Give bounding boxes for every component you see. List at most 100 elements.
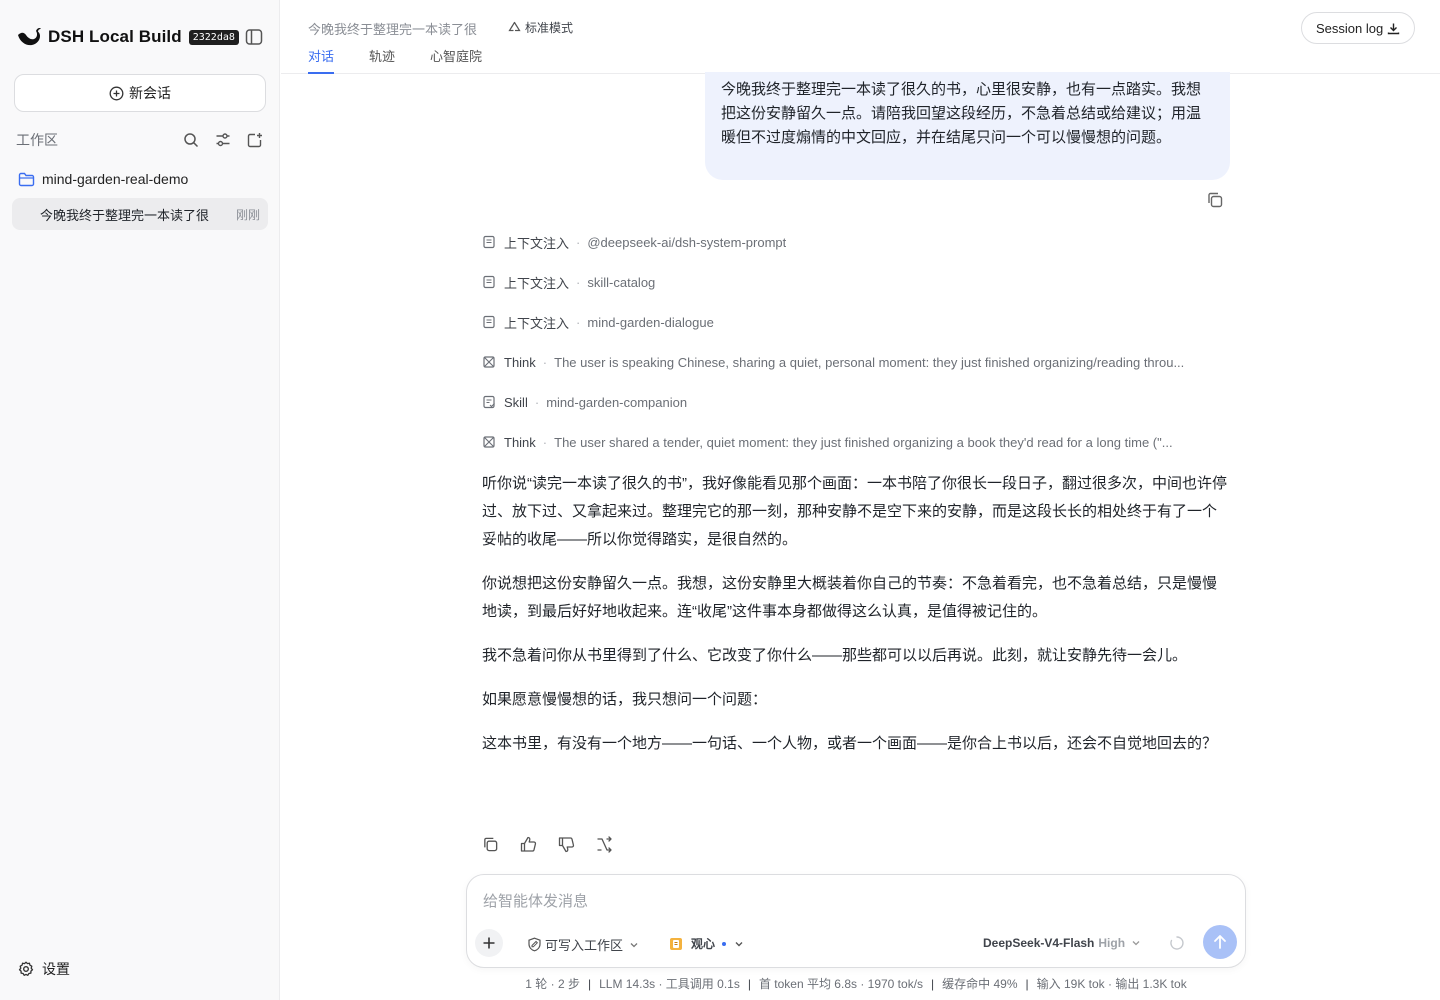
persona-label: 观心 bbox=[691, 937, 716, 951]
plus-icon bbox=[483, 937, 495, 949]
folder-icon bbox=[18, 172, 35, 186]
message-input[interactable] bbox=[483, 889, 1223, 913]
branch-icon bbox=[596, 835, 612, 853]
download-icon bbox=[1388, 23, 1400, 34]
document-icon bbox=[483, 235, 495, 249]
chevron-down-icon bbox=[630, 942, 638, 947]
trace-skill[interactable]: Skill · mind-garden-companion bbox=[482, 392, 1232, 412]
attach-button[interactable] bbox=[475, 929, 503, 957]
stat-rounds: 1 轮 · 2 步 bbox=[525, 977, 580, 991]
stat-llm-time: LLM 14.3s · 工具调用 0.1s bbox=[599, 977, 740, 991]
shield-edit-icon bbox=[528, 937, 541, 952]
assistant-reply: 听你说“读完一本读了很久的书”，我好像能看见那个画面：一本书陪了你很长一段日子，… bbox=[482, 470, 1227, 774]
workspace-folder[interactable]: mind-garden-real-demo bbox=[18, 168, 188, 190]
chevron-down-icon bbox=[1132, 941, 1140, 946]
message-composer: 可写入工作区 观心 DeepSeek-V4-Flash High bbox=[466, 874, 1246, 968]
model-name: DeepSeek-V4-Flash bbox=[983, 936, 1095, 950]
new-folder-icon bbox=[247, 133, 262, 148]
session-log-label: Session log bbox=[1316, 20, 1384, 36]
stat-cache-hit: 缓存命中 49% bbox=[942, 977, 1018, 991]
send-button[interactable] bbox=[1203, 925, 1237, 959]
trace-kind: 上下文注入 bbox=[504, 275, 570, 291]
workspace-add-button[interactable] bbox=[244, 129, 266, 151]
view-tabs: 对话 轨迹 心智庭院 bbox=[308, 46, 517, 74]
session-item[interactable]: 今晚我终于整理完一本读了很 刚刚 bbox=[12, 198, 268, 230]
thumbs-up-icon bbox=[520, 836, 536, 852]
top-bar: 今晚我终于整理完一本读了很 标准模式 对话 轨迹 心智庭院 Session lo… bbox=[281, 0, 1440, 74]
settings-button[interactable]: 设置 bbox=[18, 958, 70, 980]
trace-detail: skill-catalog bbox=[587, 274, 656, 290]
mode-selector[interactable]: 标准模式 bbox=[508, 19, 573, 36]
model-selector[interactable]: DeepSeek-V4-Flash High bbox=[983, 936, 1141, 950]
tab-mind-garden[interactable]: 心智庭院 bbox=[430, 46, 482, 74]
trace-detail: mind-garden-dialogue bbox=[587, 314, 714, 330]
copy-icon bbox=[483, 837, 497, 851]
branch-button[interactable] bbox=[594, 834, 614, 854]
copy-icon bbox=[1208, 192, 1223, 208]
reply-paragraph: 这本书里，有没有一个地方——一句话、一个人物，或者一个画面——是你合上书以后，还… bbox=[482, 735, 1218, 752]
workspace-search-button[interactable] bbox=[180, 129, 202, 151]
think-icon bbox=[483, 356, 495, 368]
trace-think-1[interactable]: Think · The user is speaking Chinese, sh… bbox=[482, 352, 1232, 372]
mode-label: 标准模式 bbox=[525, 21, 574, 35]
trace-context-injection-1[interactable]: 上下文注入 · @deepseek-ai/dsh-system-prompt bbox=[482, 232, 1232, 252]
sidebar-toggle-button[interactable] bbox=[243, 26, 265, 48]
trace-detail: mind-garden-companion bbox=[546, 394, 688, 410]
thumbs-down-button[interactable] bbox=[556, 834, 576, 854]
persona-selector[interactable]: 观心 bbox=[669, 935, 744, 952]
trace-kind: 上下文注入 bbox=[504, 315, 570, 331]
document-icon bbox=[483, 275, 495, 289]
tab-trace[interactable]: 轨迹 bbox=[369, 46, 395, 74]
trace-separator: · bbox=[534, 394, 540, 410]
app-name: DSH Local Build bbox=[48, 27, 182, 46]
thumbs-up-button[interactable] bbox=[518, 834, 538, 854]
persona-badge-icon bbox=[670, 937, 682, 950]
new-chat-button[interactable]: 新会话 bbox=[14, 74, 266, 112]
workspace-filter-button[interactable] bbox=[212, 129, 234, 151]
stat-divider: | bbox=[587, 977, 592, 991]
session-log-button[interactable]: Session log bbox=[1301, 12, 1416, 44]
stat-divider: | bbox=[747, 977, 751, 991]
folder-name: mind-garden-real-demo bbox=[42, 171, 189, 187]
reply-actions bbox=[480, 834, 632, 854]
trace-detail: The user is speaking Chinese, sharing a … bbox=[554, 354, 1185, 370]
tab-dialogue[interactable]: 对话 bbox=[308, 46, 335, 74]
run-stats: 1 轮 · 2 步 | LLM 14.3s · 工具调用 0.1s | 首 token … bbox=[466, 975, 1246, 992]
sidebar-panel-icon bbox=[245, 29, 263, 45]
trace-kind: Skill bbox=[504, 394, 528, 410]
reply-paragraph: 如果愿意慢慢想的话，我只想问一个问题： bbox=[482, 691, 768, 708]
settings-label: 设置 bbox=[42, 961, 70, 977]
trace-think-2[interactable]: Think · The user shared a tender, quiet … bbox=[482, 432, 1232, 452]
session-time: 刚刚 bbox=[235, 207, 260, 222]
user-message-bubble: 今晚我终于整理完一本读了很久的书，心里很安静，也有一点踏实。我想把这份安静留久一… bbox=[705, 72, 1230, 180]
skill-icon bbox=[483, 395, 495, 409]
reply-paragraph: 我不急着问你从书里得到了什么、它改变了你什么——那些都可以以后再说。此刻，就让安… bbox=[482, 647, 1188, 664]
stat-divider: | bbox=[1025, 977, 1029, 991]
trace-separator: · bbox=[542, 434, 548, 450]
workspace-header: 工作区 bbox=[16, 128, 266, 152]
gear-icon bbox=[18, 961, 34, 976]
permission-selector[interactable]: 可写入工作区 bbox=[527, 935, 642, 954]
thumbs-down-icon bbox=[558, 836, 574, 852]
chevron-down-icon bbox=[735, 941, 743, 946]
new-chat-label: 新会话 bbox=[129, 85, 171, 101]
trace-separator: · bbox=[576, 314, 581, 330]
trace-detail: @deepseek-ai/dsh-system-prompt bbox=[587, 234, 787, 250]
copy-user-message-button[interactable] bbox=[1206, 191, 1226, 211]
think-icon bbox=[483, 436, 495, 448]
persona-status-dot bbox=[722, 941, 727, 946]
stat-token-rate: 首 token 平均 6.8s · 1970 tok/s bbox=[758, 977, 924, 991]
loading-spinner-icon bbox=[1170, 936, 1184, 950]
stat-token-io: 输入 19K tok · 输出 1.3K tok bbox=[1036, 977, 1187, 991]
trace-context-injection-2[interactable]: 上下文注入 · skill-catalog bbox=[482, 272, 1232, 292]
trace-kind: Think bbox=[504, 354, 536, 370]
session-title: 今晚我终于整理完一本读了很 bbox=[40, 207, 210, 223]
sidebar: DSH Local Build 2322da8 新会话 工作区 mind-gar… bbox=[0, 0, 280, 1000]
copy-reply-button[interactable] bbox=[480, 834, 500, 854]
whale-logo-icon bbox=[18, 27, 41, 46]
trace-detail: The user shared a tender, quiet moment: … bbox=[554, 434, 1173, 450]
trace-separator: · bbox=[576, 274, 581, 290]
trace-context-injection-3[interactable]: 上下文注入 · mind-garden-dialogue bbox=[482, 312, 1232, 332]
build-badge: 2322da8 bbox=[188, 29, 239, 45]
sliders-icon bbox=[216, 133, 230, 147]
